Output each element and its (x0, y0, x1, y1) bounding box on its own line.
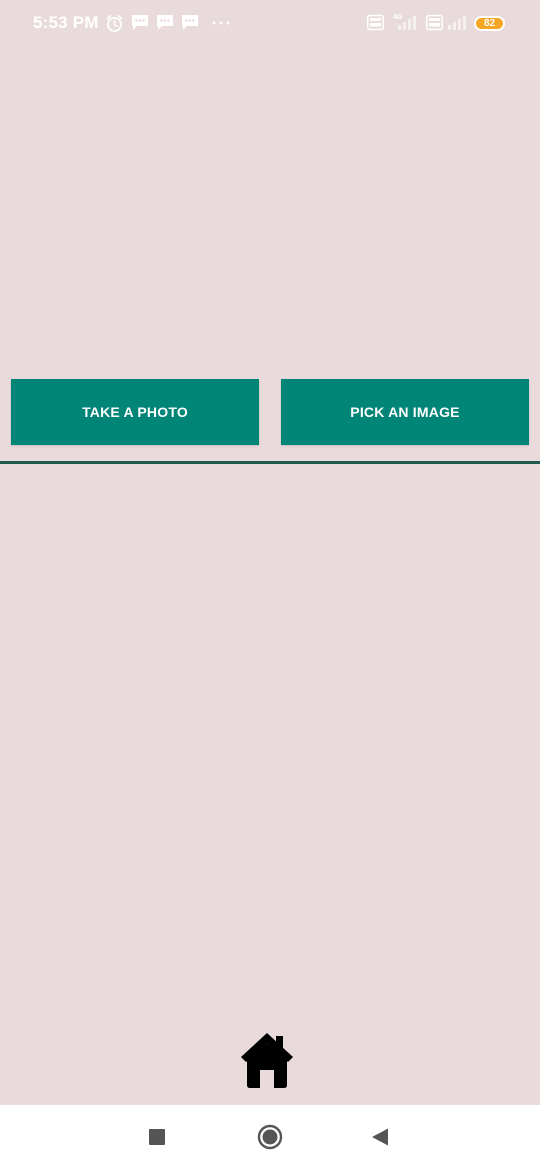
signal-icon (448, 16, 466, 30)
home-icon[interactable] (238, 1030, 296, 1090)
status-time: 5:53 PM (33, 13, 99, 32)
message-icon (182, 15, 198, 30)
alarm-icon (106, 15, 123, 32)
back-icon[interactable] (367, 1124, 393, 1150)
battery-level: 82 (483, 18, 496, 29)
volte-icon (426, 14, 443, 31)
volte-icon (367, 14, 384, 31)
battery-icon: 82 (474, 16, 505, 31)
navigation-bar (0, 1105, 540, 1170)
message-icon (132, 15, 148, 30)
take-photo-button[interactable]: TAKE A PHOTO (11, 379, 259, 445)
recent-apps-icon[interactable] (144, 1124, 170, 1150)
status-bar: 5:53 PM 4G 82 (0, 0, 540, 48)
signal-icon (398, 16, 416, 30)
more-dots-icon (212, 21, 230, 25)
pick-image-button[interactable]: PICK AN IMAGE (281, 379, 529, 445)
home-circle-icon[interactable] (257, 1124, 283, 1150)
message-icon (157, 15, 173, 30)
image-preview-area (0, 464, 540, 1024)
